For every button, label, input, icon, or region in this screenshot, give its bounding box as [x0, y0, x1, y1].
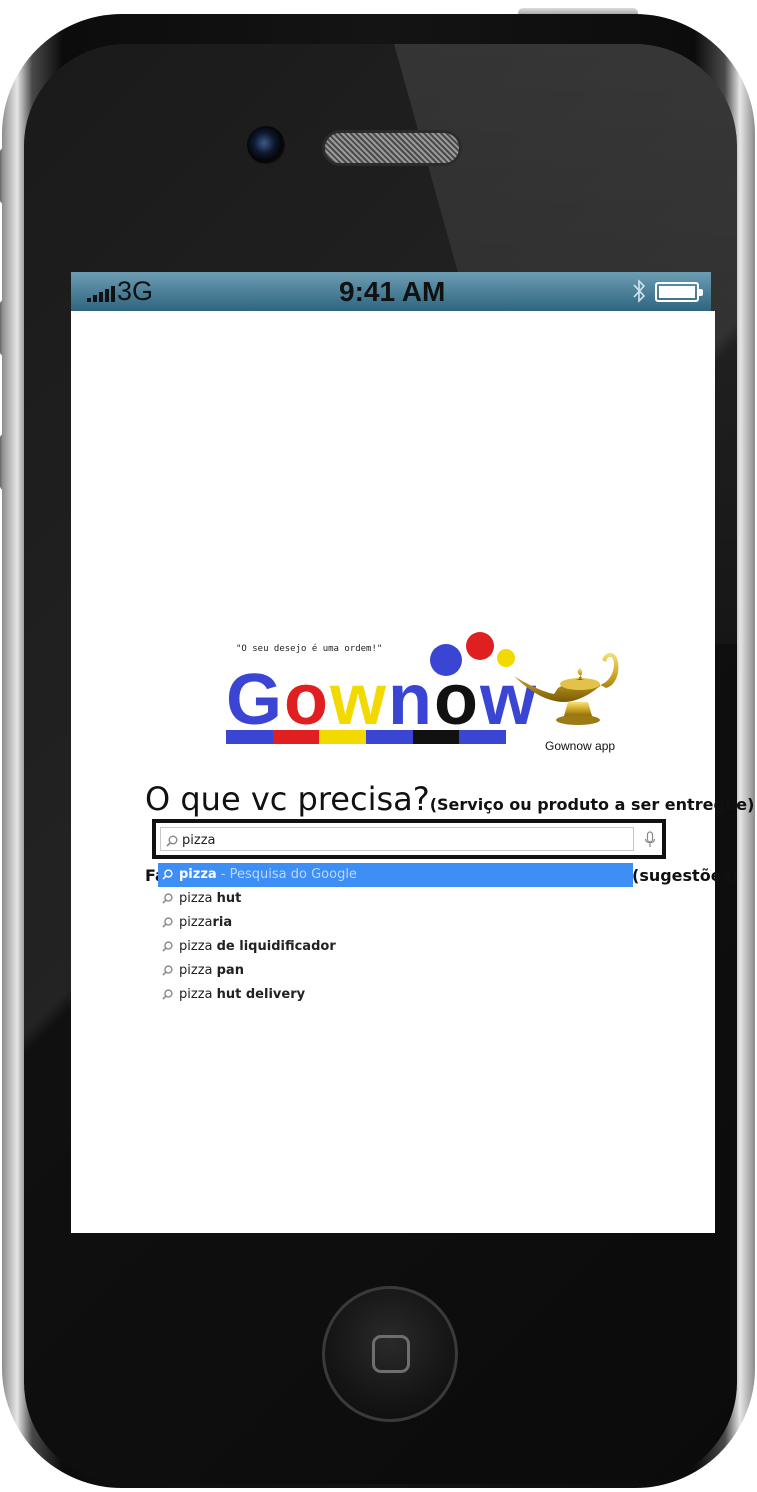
app-screen — [71, 311, 715, 1233]
gownow-logo: Gownow — [226, 660, 538, 740]
suggestion-item[interactable]: pizza - Pesquisa do Google — [158, 863, 633, 887]
battery-icon — [655, 282, 703, 302]
suggestion-label: pizza pan — [179, 963, 244, 978]
question-hint: (Serviço ou produto a ser entregue) — [429, 795, 755, 814]
logo-bar-segment — [226, 730, 273, 744]
search-icon — [162, 869, 173, 880]
earpiece-speaker — [322, 130, 462, 166]
autocomplete-dropdown: pizza - Pesquisa do Google pizza hut pizza… — [158, 863, 633, 1007]
search-icon — [166, 835, 178, 847]
suggestion-label: pizzaria — [179, 915, 233, 930]
logo-dot-red — [466, 632, 494, 660]
question-text: O que vc precisa? — [145, 780, 430, 818]
home-button[interactable] — [322, 1286, 458, 1422]
logo-letter: G — [226, 660, 285, 740]
logo-letter: o — [284, 660, 330, 740]
suggestion-label: pizza de liquidificador — [179, 939, 336, 954]
suggestion-label: pizza hut — [179, 891, 242, 906]
suggestion-label: pizza hut delivery — [179, 987, 306, 1002]
suggestion-item[interactable]: pizzaria — [158, 911, 633, 935]
logo-letter: o — [434, 660, 480, 740]
magic-lamp-icon — [514, 652, 619, 725]
page-title: O que vc precisa?(Serviço ou produto a s… — [145, 780, 754, 818]
suggestion-label: pizza - Pesquisa do Google — [179, 867, 357, 882]
suggestion-item[interactable]: pizza pan — [158, 959, 633, 983]
suggestion-item[interactable]: pizza hut — [158, 887, 633, 911]
search-box[interactable]: pizza — [152, 819, 666, 859]
search-icon — [162, 989, 173, 1000]
microphone-icon[interactable] — [644, 831, 656, 849]
search-icon — [162, 917, 173, 928]
search-query[interactable]: pizza — [182, 833, 215, 848]
home-square-icon — [372, 1335, 410, 1373]
logo-bar-segment — [319, 730, 367, 744]
logo-tagline: "O seu desejo é uma ordem!" — [236, 644, 383, 654]
status-bar: 3G 9:41 AM — [71, 272, 711, 311]
logo-bar-segment — [459, 730, 507, 744]
search-input[interactable] — [160, 827, 634, 851]
logo-color-bar — [226, 730, 507, 744]
logo-bar-segment — [272, 730, 320, 744]
logo-letter: n — [388, 660, 434, 740]
bluetooth-icon — [633, 279, 646, 303]
logo-letter: w — [330, 660, 389, 740]
app-caption: Gownow app — [545, 739, 616, 753]
logo-bar-segment — [366, 730, 413, 744]
search-icon — [162, 941, 173, 952]
network-type: 3G — [117, 276, 154, 306]
hidden-label-end: (sugestões) — [632, 866, 739, 885]
search-icon — [162, 965, 173, 976]
suggestion-item[interactable]: pizza de liquidificador — [158, 935, 633, 959]
suggestion-item[interactable]: pizza hut delivery — [158, 983, 633, 1007]
front-camera — [247, 126, 285, 164]
logo-bar-segment — [412, 730, 460, 744]
status-time: 9:41 AM — [339, 276, 446, 307]
search-icon — [162, 893, 173, 904]
signal-strength-icon — [87, 286, 115, 302]
